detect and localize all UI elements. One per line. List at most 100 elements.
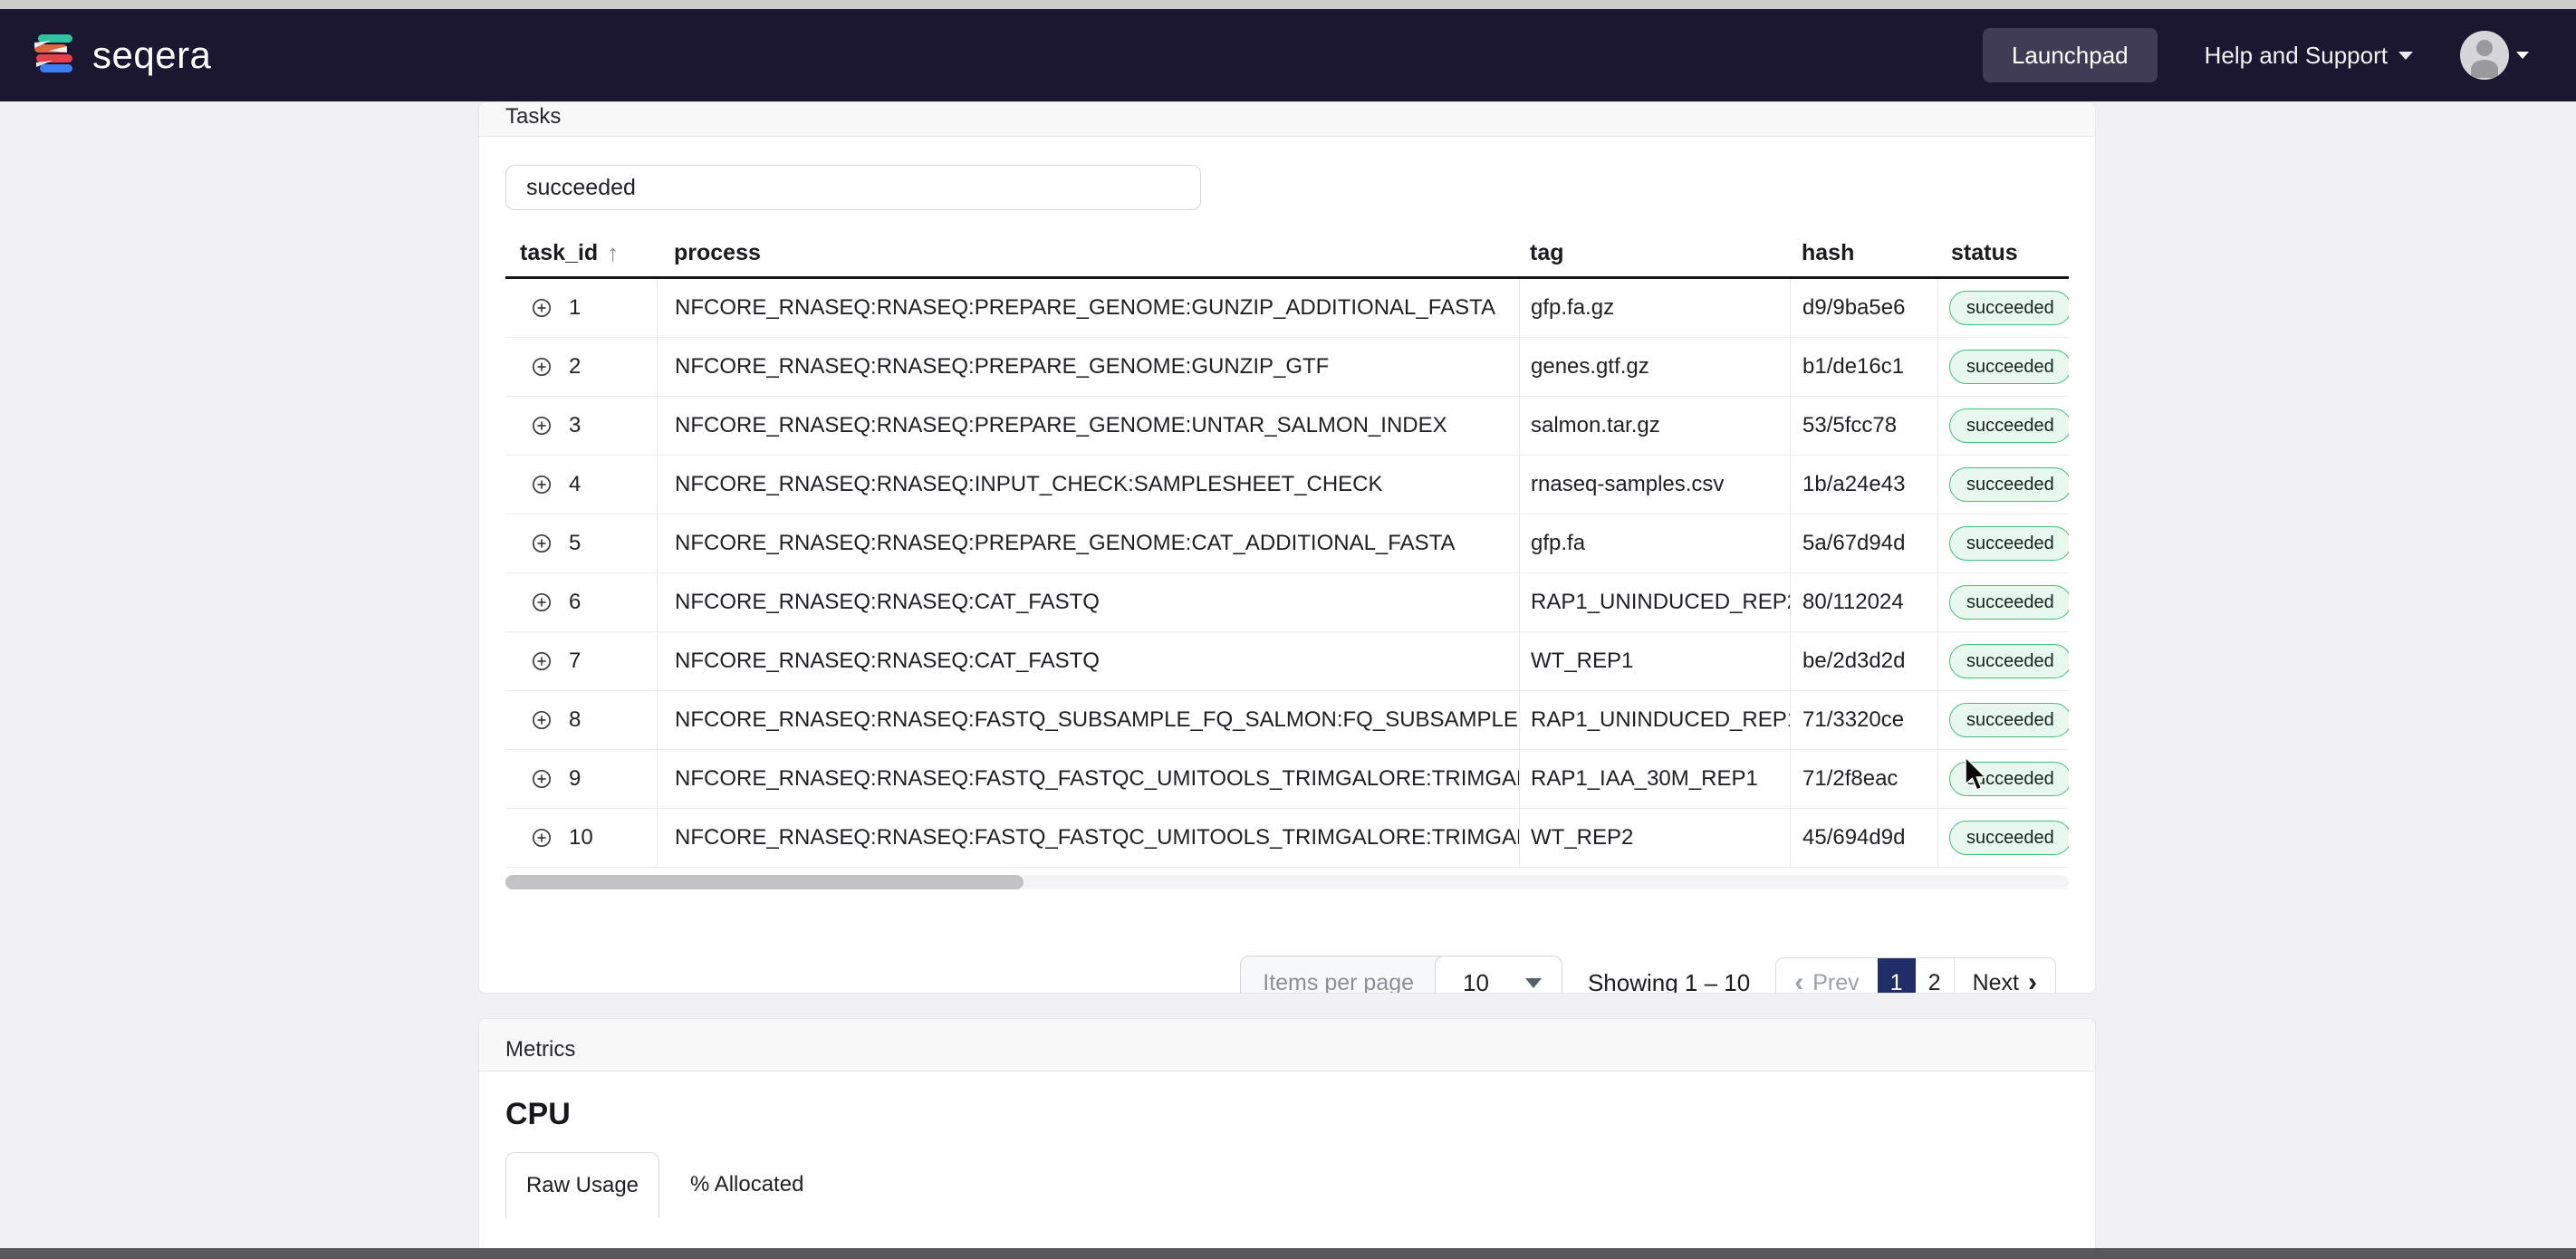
help-and-support-menu[interactable]: Help and Support <box>2205 42 2413 70</box>
table-row: 6 NFCORE_RNASEQ:RNASEQ:CAT_FASTQ RAP1_UN… <box>505 573 2069 632</box>
table-row: 10 NFCORE_RNASEQ:RNASEQ:FASTQ_FASTQC_UMI… <box>505 809 2069 868</box>
task-process: NFCORE_RNASEQ:RNASEQ:CAT_FASTQ <box>657 573 1519 631</box>
table-horizontal-scrollbar <box>505 875 2069 889</box>
showing-range-text: Showing 1 – 10 <box>1587 968 1751 994</box>
expand-task-icon[interactable] <box>531 356 553 378</box>
sort-ascending-icon: ↑ <box>607 239 620 266</box>
task-hash: b1/de16c1 <box>1790 338 1937 396</box>
table-row: 8 NFCORE_RNASEQ:RNASEQ:FASTQ_SUBSAMPLE_F… <box>505 691 2069 750</box>
task-hash: be/2d3d2d <box>1790 632 1937 690</box>
metrics-card: Metrics CPU Raw Usage % Allocated <box>478 1018 2096 1259</box>
page-2-button[interactable]: 2 <box>1915 958 1954 993</box>
chevron-left-icon: ‹ <box>1794 967 1804 994</box>
tasks-card: Tasks task_id ↑ process tag hash status <box>478 101 2096 994</box>
screen-top-edge <box>0 0 2576 9</box>
scrollbar-thumb[interactable] <box>505 875 1024 889</box>
status-badge: succeeded <box>1949 291 2069 325</box>
chevron-down-icon <box>1524 977 1542 988</box>
task-hash: 71/2f8eac <box>1790 750 1937 808</box>
task-tag: WT_REP2 <box>1519 809 1790 867</box>
status-badge: succeeded <box>1949 526 2069 561</box>
page: seqera Launchpad Help and Support Tasks <box>0 0 2576 1259</box>
task-id-value: 2 <box>569 354 582 379</box>
task-id-value: 8 <box>569 707 582 732</box>
column-header-hash[interactable]: hash <box>1790 230 1937 276</box>
status-badge: succeeded <box>1949 408 2069 443</box>
table-row: 7 NFCORE_RNASEQ:RNASEQ:CAT_FASTQ WT_REP1… <box>505 632 2069 691</box>
expand-task-icon[interactable] <box>531 474 553 495</box>
task-process: NFCORE_RNASEQ:RNASEQ:PREPARE_GENOME:CAT_… <box>657 514 1519 572</box>
tasks-title: Tasks <box>505 104 562 129</box>
help-and-support-label: Help and Support <box>2204 41 2388 69</box>
task-hash: 53/5fcc78 <box>1790 397 1937 455</box>
table-row: 1 NFCORE_RNASEQ:RNASEQ:PREPARE_GENOME:GU… <box>505 279 2069 338</box>
expand-task-icon[interactable] <box>531 827 553 849</box>
task-id-value: 4 <box>569 472 582 496</box>
seqera-logo[interactable]: seqera <box>33 30 211 82</box>
task-tag: gfp.fa <box>1519 514 1790 572</box>
task-process: NFCORE_RNASEQ:RNASEQ:PREPARE_GENOME:UNTA… <box>657 397 1519 455</box>
prev-page-button[interactable]: ‹ Prev <box>1776 958 1878 994</box>
tasks-table: task_id ↑ process tag hash status 1 NFCO… <box>505 230 2069 868</box>
task-process: NFCORE_RNASEQ:RNASEQ:FASTQ_SUBSAMPLE_FQ_… <box>657 691 1519 749</box>
task-tag: genes.gtf.gz <box>1519 338 1790 396</box>
task-hash: 71/3320ce <box>1790 691 1937 749</box>
task-id-value: 3 <box>569 413 582 437</box>
screen-bottom-edge <box>0 1248 2576 1259</box>
avatar <box>2460 31 2509 80</box>
expand-task-icon[interactable] <box>531 533 553 554</box>
pagination-bar: Items per page 10 Showing 1 – 10 ‹ Prev … <box>1240 956 2056 994</box>
top-navbar: seqera Launchpad Help and Support <box>0 9 2576 101</box>
task-id-value: 6 <box>569 590 582 614</box>
metrics-card-header: Metrics <box>479 1019 2095 1072</box>
items-per-page-group: Items per page 10 <box>1240 956 1562 994</box>
page-1-button[interactable]: 1 <box>1877 958 1916 993</box>
task-process: NFCORE_RNASEQ:RNASEQ:FASTQ_FASTQC_UMITOO… <box>657 750 1519 808</box>
tasks-card-header: Tasks <box>479 102 2095 137</box>
column-header-process[interactable]: process <box>657 230 1519 276</box>
table-row: 4 NFCORE_RNASEQ:RNASEQ:INPUT_CHECK:SAMPL… <box>505 456 2069 514</box>
task-tag: RAP1_UNINDUCED_REP2 <box>1519 573 1790 631</box>
task-process: NFCORE_RNASEQ:RNASEQ:FASTQ_FASTQC_UMITOO… <box>657 809 1519 867</box>
expand-task-icon[interactable] <box>531 297 553 319</box>
task-tag: salmon.tar.gz <box>1519 397 1790 455</box>
task-process: NFCORE_RNASEQ:RNASEQ:PREPARE_GENOME:GUNZ… <box>657 338 1519 396</box>
task-hash: d9/9ba5e6 <box>1790 279 1937 337</box>
tab-percent-allocated[interactable]: % Allocated <box>659 1152 834 1217</box>
expand-task-icon[interactable] <box>531 709 553 731</box>
tasks-table-header: task_id ↑ process tag hash status <box>505 230 2069 279</box>
launchpad-button[interactable]: Launchpad <box>1982 28 2158 82</box>
brand-name: seqera <box>92 34 212 76</box>
task-id-value: 9 <box>569 766 582 791</box>
task-tag: gfp.fa.gz <box>1519 279 1790 337</box>
cpu-section-title: CPU <box>505 1097 571 1131</box>
task-hash: 1b/a24e43 <box>1790 456 1937 514</box>
user-menu[interactable] <box>2460 31 2529 80</box>
tab-raw-usage[interactable]: Raw Usage <box>505 1152 659 1217</box>
expand-task-icon[interactable] <box>531 650 553 672</box>
items-per-page-label: Items per page <box>1263 969 1415 994</box>
column-header-status[interactable]: status <box>1937 230 2069 276</box>
expand-task-icon[interactable] <box>531 768 553 790</box>
table-row: 9 NFCORE_RNASEQ:RNASEQ:FASTQ_FASTQC_UMIT… <box>505 750 2069 809</box>
next-page-button[interactable]: Next › <box>1953 958 2055 993</box>
column-header-task-id[interactable]: task_id ↑ <box>505 230 657 276</box>
column-header-tag[interactable]: tag <box>1519 230 1790 276</box>
pager: ‹ Prev 1 2 Next › <box>1775 957 2056 994</box>
status-badge: succeeded <box>1949 821 2069 855</box>
status-badge: succeeded <box>1949 350 2069 384</box>
table-row: 2 NFCORE_RNASEQ:RNASEQ:PREPARE_GENOME:GU… <box>505 338 2069 397</box>
task-process: NFCORE_RNASEQ:RNASEQ:PREPARE_GENOME:GUNZ… <box>657 279 1519 337</box>
metrics-title: Metrics <box>505 1037 576 1062</box>
task-id-value: 10 <box>569 825 593 850</box>
status-badge: succeeded <box>1949 644 2069 678</box>
seqera-logo-icon <box>33 30 80 82</box>
task-tag: RAP1_UNINDUCED_REP1 <box>1519 691 1790 749</box>
task-process: NFCORE_RNASEQ:RNASEQ:INPUT_CHECK:SAMPLES… <box>657 456 1519 514</box>
expand-task-icon[interactable] <box>531 591 553 613</box>
expand-task-icon[interactable] <box>531 415 553 437</box>
table-row: 5 NFCORE_RNASEQ:RNASEQ:PREPARE_GENOME:CA… <box>505 514 2069 573</box>
chevron-down-icon <box>2398 51 2413 60</box>
task-filter-input[interactable] <box>505 165 1201 210</box>
items-per-page-select[interactable]: 10 <box>1435 956 1562 993</box>
